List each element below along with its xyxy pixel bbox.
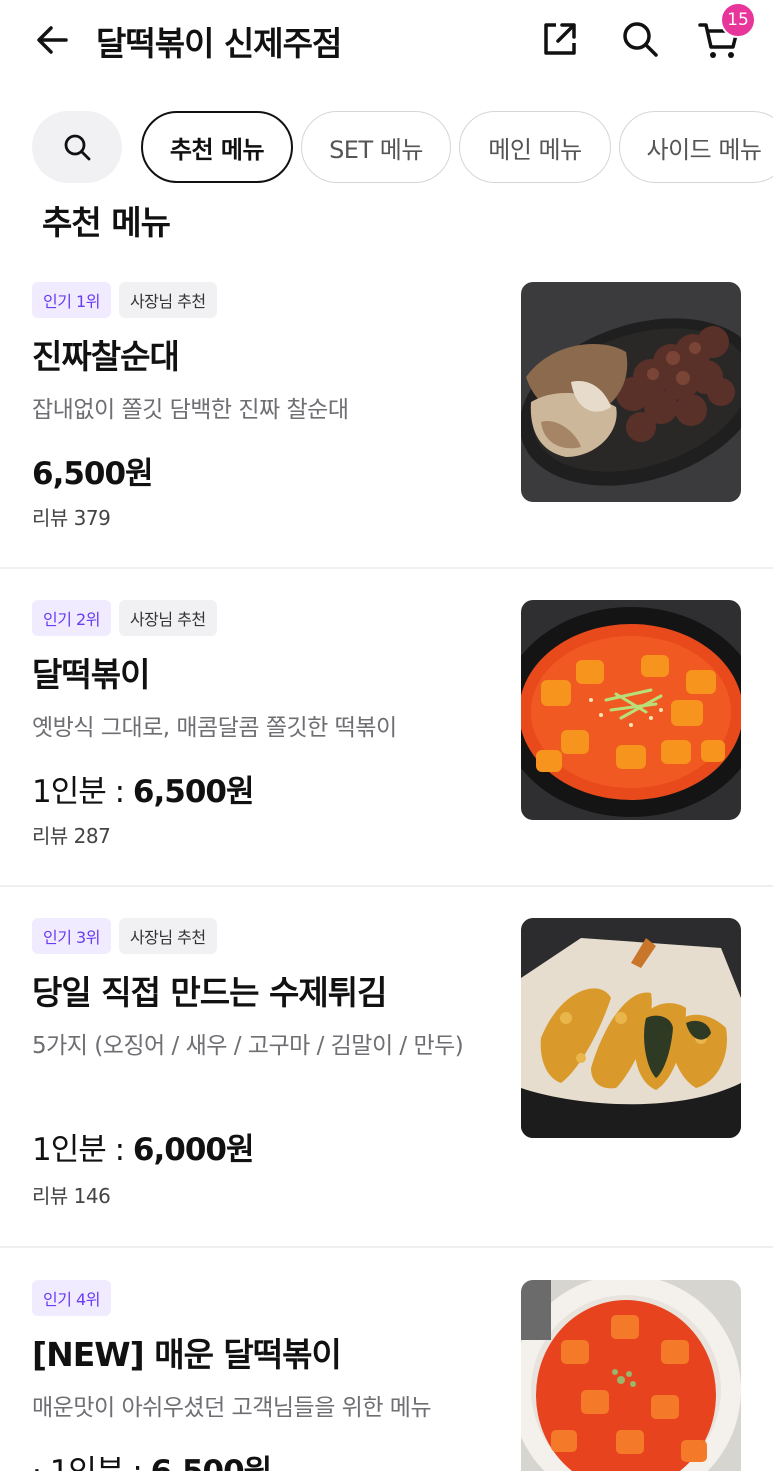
item-description: 5가지 (오징어 / 새우 / 고구마 / 김말이 / 만두) xyxy=(32,1033,464,1059)
spicy-tteokbokki-photo xyxy=(521,1280,741,1471)
price-unit: 1인분 : xyxy=(32,774,133,810)
owner-pick-badge: 사장님 추천 xyxy=(118,600,217,636)
price-unit: · 1인분 : xyxy=(32,1454,151,1471)
search-icon xyxy=(64,134,91,161)
item-name: [NEW] 매운 달떡볶이 xyxy=(32,1335,342,1374)
tteokbokki-photo xyxy=(521,600,741,820)
sundae-photo xyxy=(521,282,741,502)
back-button[interactable] xyxy=(30,18,74,62)
price-value: 6,000원 xyxy=(132,1132,255,1168)
share-button[interactable] xyxy=(537,16,583,62)
item-description: 매운맛이 아쉬우셨던 고객님들을 위한 메뉴 xyxy=(32,1395,432,1421)
owner-pick-badge: 사장님 추천 xyxy=(118,918,217,954)
popularity-badge: 인기 4위 xyxy=(32,1280,111,1316)
share-icon xyxy=(544,23,576,55)
tab-side-menu[interactable]: 사이드 메뉴 xyxy=(619,111,773,183)
item-price: · 1인분 : 6,500원 xyxy=(32,1446,273,1471)
item-name: 달떡볶이 xyxy=(32,655,150,694)
tab-recommended[interactable]: 추천 메뉴 xyxy=(141,111,293,183)
item-name: 당일 직접 만드는 수제튀김 xyxy=(32,973,387,1012)
item-divider xyxy=(0,1246,773,1248)
back-arrow-icon xyxy=(37,26,68,54)
search-button[interactable] xyxy=(617,16,663,62)
search-icon xyxy=(623,22,658,57)
menu-item[interactable]: 인기 4위 [NEW] 매운 달떡볶이 매운맛이 아쉬우셨던 고객님들을 위한 … xyxy=(0,1280,773,1471)
popularity-badge: 인기 2위 xyxy=(32,600,111,636)
fried-snacks-photo xyxy=(521,918,741,1138)
menu-item[interactable]: 인기 2위 사장님 추천 달떡볶이 옛방식 그대로, 매콤달콤 쫄깃한 떡볶이 … xyxy=(0,600,773,887)
owner-pick-badge: 사장님 추천 xyxy=(118,282,217,318)
item-description: 옛방식 그대로, 매콤달콤 쫄깃한 떡볶이 xyxy=(32,715,397,741)
store-title: 달떡볶이 신제주점 xyxy=(96,24,342,63)
item-name: 진짜찰순대 xyxy=(32,337,180,376)
item-divider xyxy=(0,885,773,887)
price-value: 6,500원 xyxy=(32,456,154,492)
item-price: 1인분 : 6,000원 xyxy=(32,1124,254,1169)
item-description: 잡내없이 쫄깃 담백한 진짜 찰순대 xyxy=(32,397,349,423)
menu-search-button[interactable] xyxy=(32,111,122,183)
item-price: 6,500원 xyxy=(32,448,154,493)
price-value: 6,500원 xyxy=(151,1454,273,1471)
price-value: 6,500원 xyxy=(132,774,255,810)
menu-item[interactable]: 인기 1위 사장님 추천 진짜찰순대 잡내없이 쫄깃 담백한 진짜 찰순대 6,… xyxy=(0,282,773,569)
item-price: 1인분 : 6,500원 xyxy=(32,766,254,811)
review-count: 리뷰 287 xyxy=(32,824,111,848)
menu-item[interactable]: 인기 3위 사장님 추천 당일 직접 만드는 수제튀김 5가지 (오징어 / 새… xyxy=(0,918,773,1248)
tab-main-menu[interactable]: 메인 메뉴 xyxy=(459,111,611,183)
item-divider xyxy=(0,567,773,569)
review-count: 리뷰 146 xyxy=(32,1184,111,1208)
review-count: 리뷰 379 xyxy=(32,506,111,530)
cart-count-badge: 15 xyxy=(720,2,756,38)
section-title: 추천 메뉴 xyxy=(42,203,171,242)
category-tabs: 추천 메뉴 SET 메뉴 메인 메뉴 사이드 메뉴 xyxy=(32,111,773,185)
popularity-badge: 인기 1위 xyxy=(32,282,111,318)
popularity-badge: 인기 3위 xyxy=(32,918,111,954)
price-unit: 1인분 : xyxy=(32,1132,133,1168)
tab-set-menu[interactable]: SET 메뉴 xyxy=(301,111,451,183)
app-header: 달떡볶이 신제주점 15 xyxy=(0,0,773,82)
